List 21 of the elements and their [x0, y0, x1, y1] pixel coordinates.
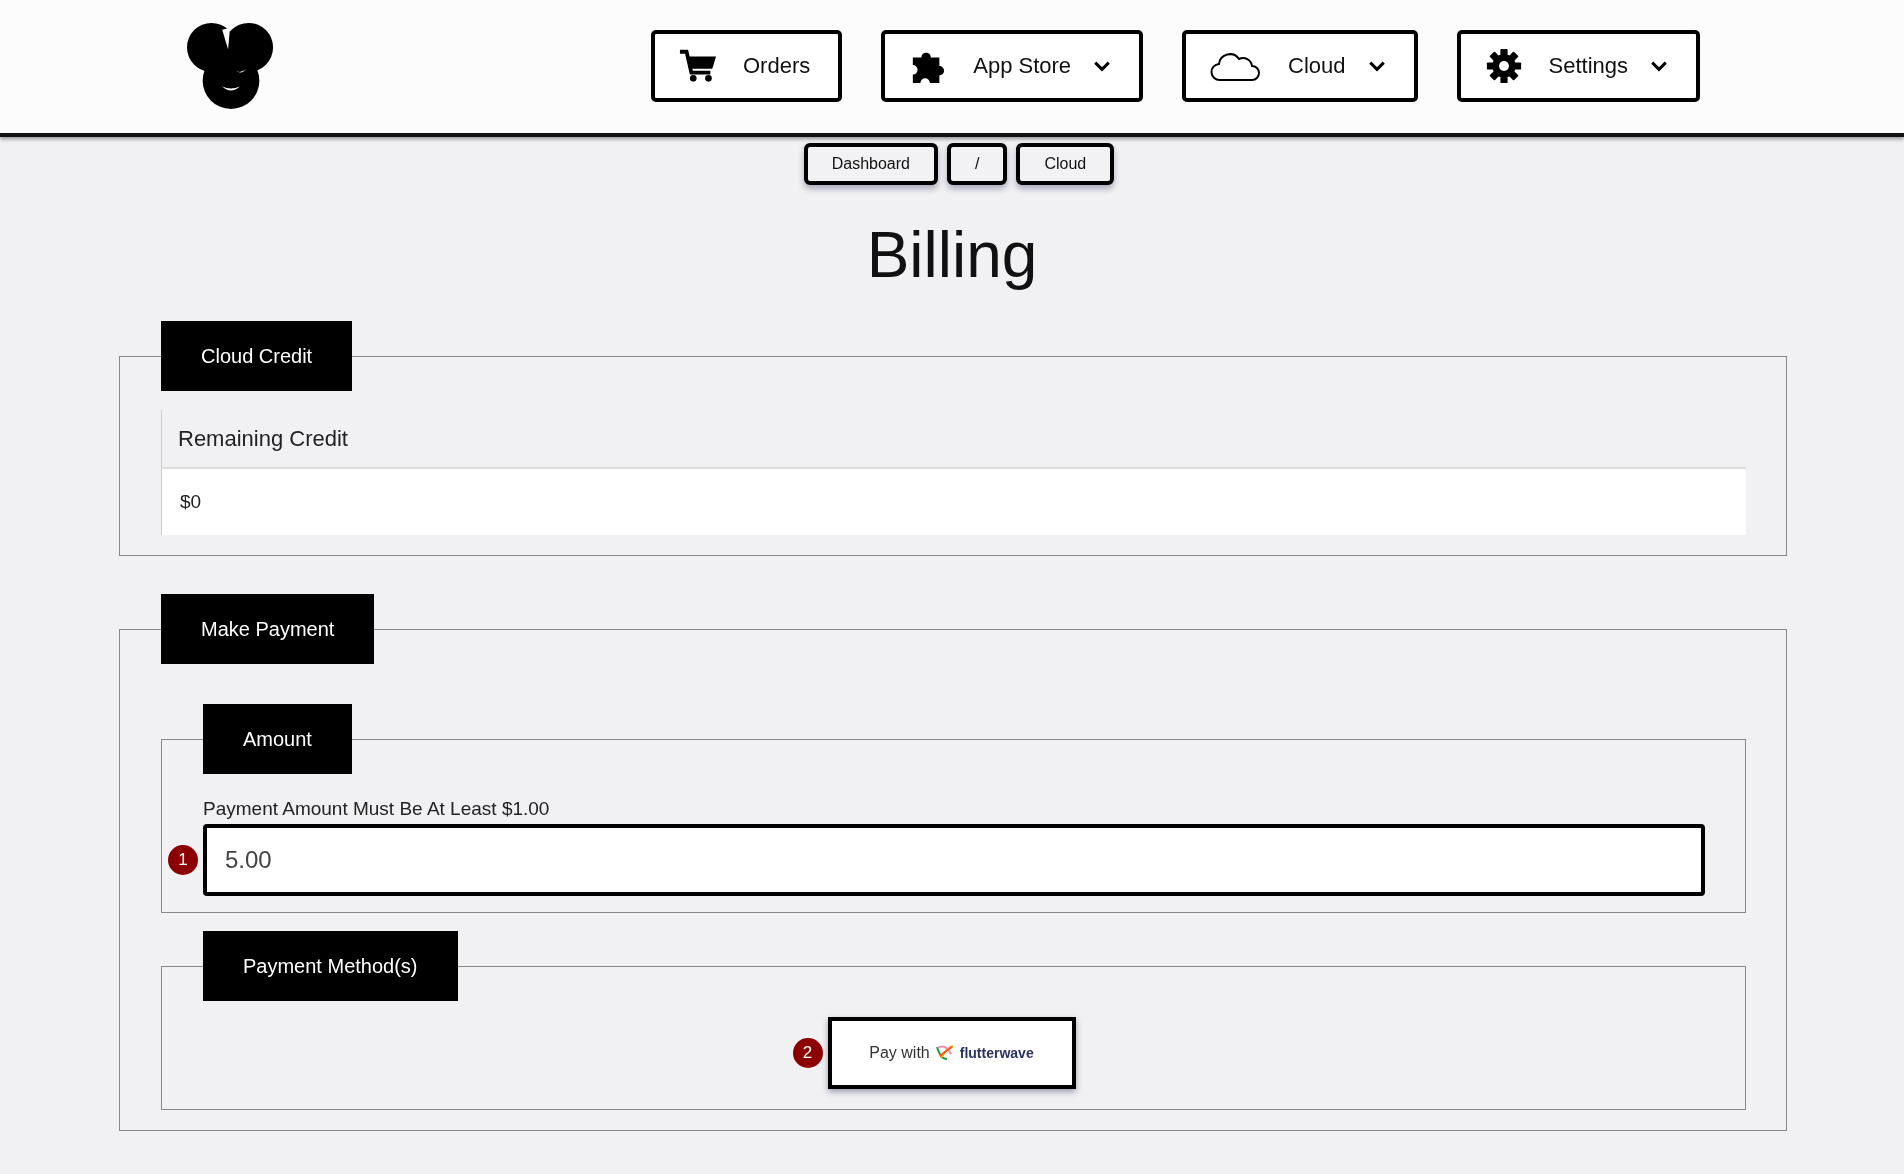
breadcrumb-button[interactable]: Cloud [1016, 143, 1115, 185]
breadcrumb-button[interactable]: / [947, 143, 1008, 185]
amount-input[interactable]: 5.00 [203, 824, 1705, 896]
remaining-credit-value: $0 [161, 469, 1746, 535]
pay-button[interactable]: Pay with flutterwave [827, 1017, 1076, 1089]
ribbon-logo-icon [934, 1044, 955, 1062]
section-heading: Payment Method(s) [203, 931, 458, 1001]
step-badge: 1 [168, 845, 198, 875]
settings-icon [1484, 47, 1523, 84]
section-heading: Make Payment [161, 594, 375, 664]
section-heading: Cloud Credit [161, 321, 353, 391]
nav-button[interactable]: Orders [651, 29, 843, 102]
nav-button[interactable]: App Store [881, 29, 1144, 102]
amount-hint: Payment Amount Must Be At Least $1.00 [203, 798, 551, 820]
breadcrumb-button[interactable]: Dashboard [803, 143, 938, 185]
page-title: Billing [865, 219, 1039, 291]
section-heading: Amount [203, 704, 352, 774]
nav-button[interactable]: Cloud [1182, 29, 1418, 102]
nav-button[interactable]: Settings [1456, 29, 1701, 102]
step-badge: 2 [792, 1038, 823, 1068]
cart-icon [679, 47, 717, 84]
